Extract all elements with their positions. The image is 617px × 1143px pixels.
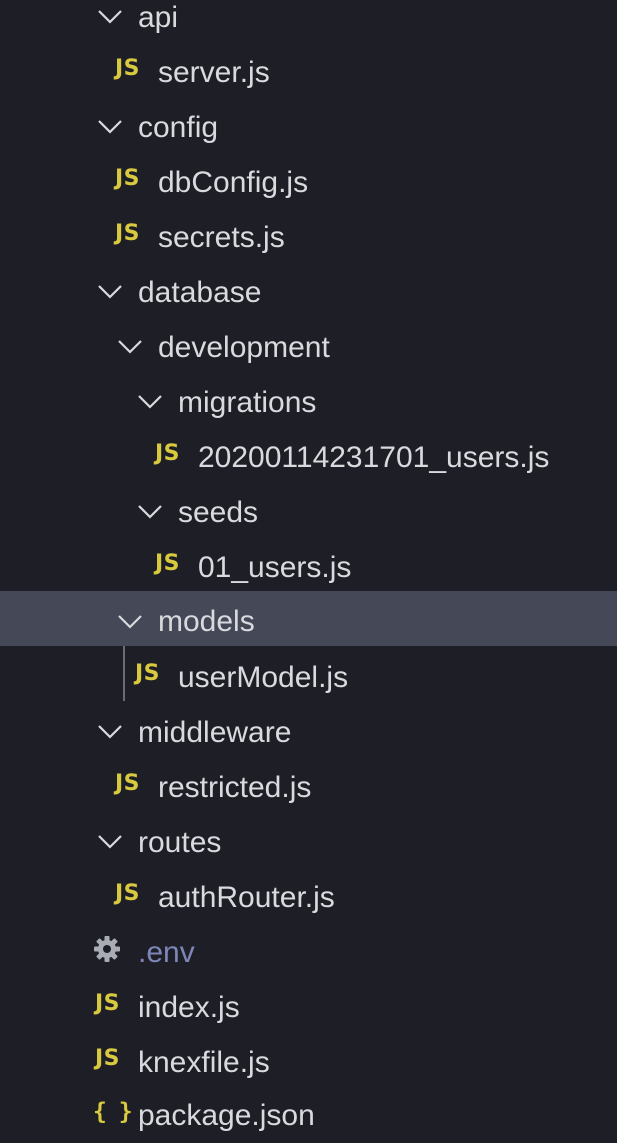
- file-label: dbConfig.js: [158, 166, 309, 199]
- folder-row-models[interactable]: models: [0, 591, 617, 646]
- folder-row-development[interactable]: development: [0, 320, 617, 375]
- chevron-down-icon[interactable]: [95, 826, 125, 856]
- javascript-file-icon: JS: [115, 166, 141, 191]
- file-label: restricted.js: [158, 771, 312, 804]
- javascript-file-icon: JS: [95, 1046, 121, 1071]
- folder-label: development: [158, 331, 330, 364]
- file-row-seed-users-js[interactable]: JS 01_users.js: [0, 540, 617, 595]
- file-row-migration-users-js[interactable]: JS 20200114231701_users.js: [0, 430, 617, 485]
- folder-label: config: [138, 111, 219, 144]
- folder-row-middleware[interactable]: middleware: [0, 705, 617, 760]
- folder-row-routes[interactable]: routes: [0, 815, 617, 870]
- folder-label: api: [138, 1, 179, 34]
- javascript-file-icon: JS: [115, 56, 141, 81]
- folder-row-api[interactable]: api: [0, 0, 617, 45]
- chevron-down-icon[interactable]: [115, 331, 145, 361]
- file-row-knexfile-js[interactable]: JS knexfile.js: [0, 1035, 617, 1090]
- javascript-file-icon: JS: [95, 991, 121, 1016]
- javascript-file-icon: JS: [115, 221, 141, 246]
- file-row-dbconfig-js[interactable]: JS dbConfig.js: [0, 155, 617, 210]
- gear-icon: [92, 925, 122, 980]
- file-label: 01_users.js: [198, 551, 352, 584]
- chevron-down-icon[interactable]: [95, 276, 125, 306]
- chevron-down-icon[interactable]: [135, 386, 165, 416]
- chevron-down-icon[interactable]: [95, 1, 125, 31]
- folder-row-seeds[interactable]: seeds: [0, 485, 617, 540]
- file-label: package.json: [138, 1099, 315, 1132]
- file-row-secrets-js[interactable]: JS secrets.js: [0, 210, 617, 265]
- file-row-usermodel-js[interactable]: JS userModel.js: [0, 650, 617, 705]
- folder-label: middleware: [138, 716, 292, 749]
- folder-row-migrations[interactable]: migrations: [0, 375, 617, 430]
- file-label: .env: [138, 936, 195, 969]
- folder-row-database[interactable]: database: [0, 265, 617, 320]
- javascript-file-icon: JS: [155, 441, 181, 466]
- chevron-down-icon[interactable]: [95, 716, 125, 746]
- javascript-file-icon: JS: [135, 661, 161, 686]
- folder-row-config[interactable]: config: [0, 100, 617, 155]
- chevron-down-icon[interactable]: [115, 606, 145, 636]
- folder-label: database: [138, 276, 262, 309]
- file-label: authRouter.js: [158, 881, 335, 914]
- javascript-file-icon: JS: [115, 881, 141, 906]
- file-label: 20200114231701_users.js: [198, 441, 550, 474]
- json-file-icon: { }: [93, 1098, 133, 1125]
- file-row-env[interactable]: .env: [0, 925, 617, 980]
- folder-label: migrations: [178, 386, 317, 419]
- file-row-index-js[interactable]: JS index.js: [0, 980, 617, 1035]
- file-label: index.js: [138, 991, 240, 1024]
- file-row-server-js[interactable]: JS server.js: [0, 45, 617, 100]
- chevron-down-icon[interactable]: [135, 496, 165, 526]
- file-label: server.js: [158, 56, 270, 89]
- chevron-down-icon[interactable]: [95, 111, 125, 141]
- folder-label: seeds: [178, 496, 259, 529]
- javascript-file-icon: JS: [115, 771, 141, 796]
- file-row-authrouter-js[interactable]: JS authRouter.js: [0, 870, 617, 925]
- indent-guide: [123, 646, 125, 701]
- javascript-file-icon: JS: [155, 551, 181, 576]
- file-label: userModel.js: [178, 661, 349, 694]
- folder-label: routes: [138, 826, 222, 859]
- file-row-restricted-js[interactable]: JS restricted.js: [0, 760, 617, 815]
- file-label: knexfile.js: [138, 1046, 270, 1079]
- file-row-package-json[interactable]: { } package.json: [0, 1088, 617, 1143]
- file-label: secrets.js: [158, 221, 285, 254]
- file-explorer-tree: api JS server.js config JS dbConfig.js J…: [0, 0, 617, 1143]
- folder-label: models: [158, 605, 255, 638]
